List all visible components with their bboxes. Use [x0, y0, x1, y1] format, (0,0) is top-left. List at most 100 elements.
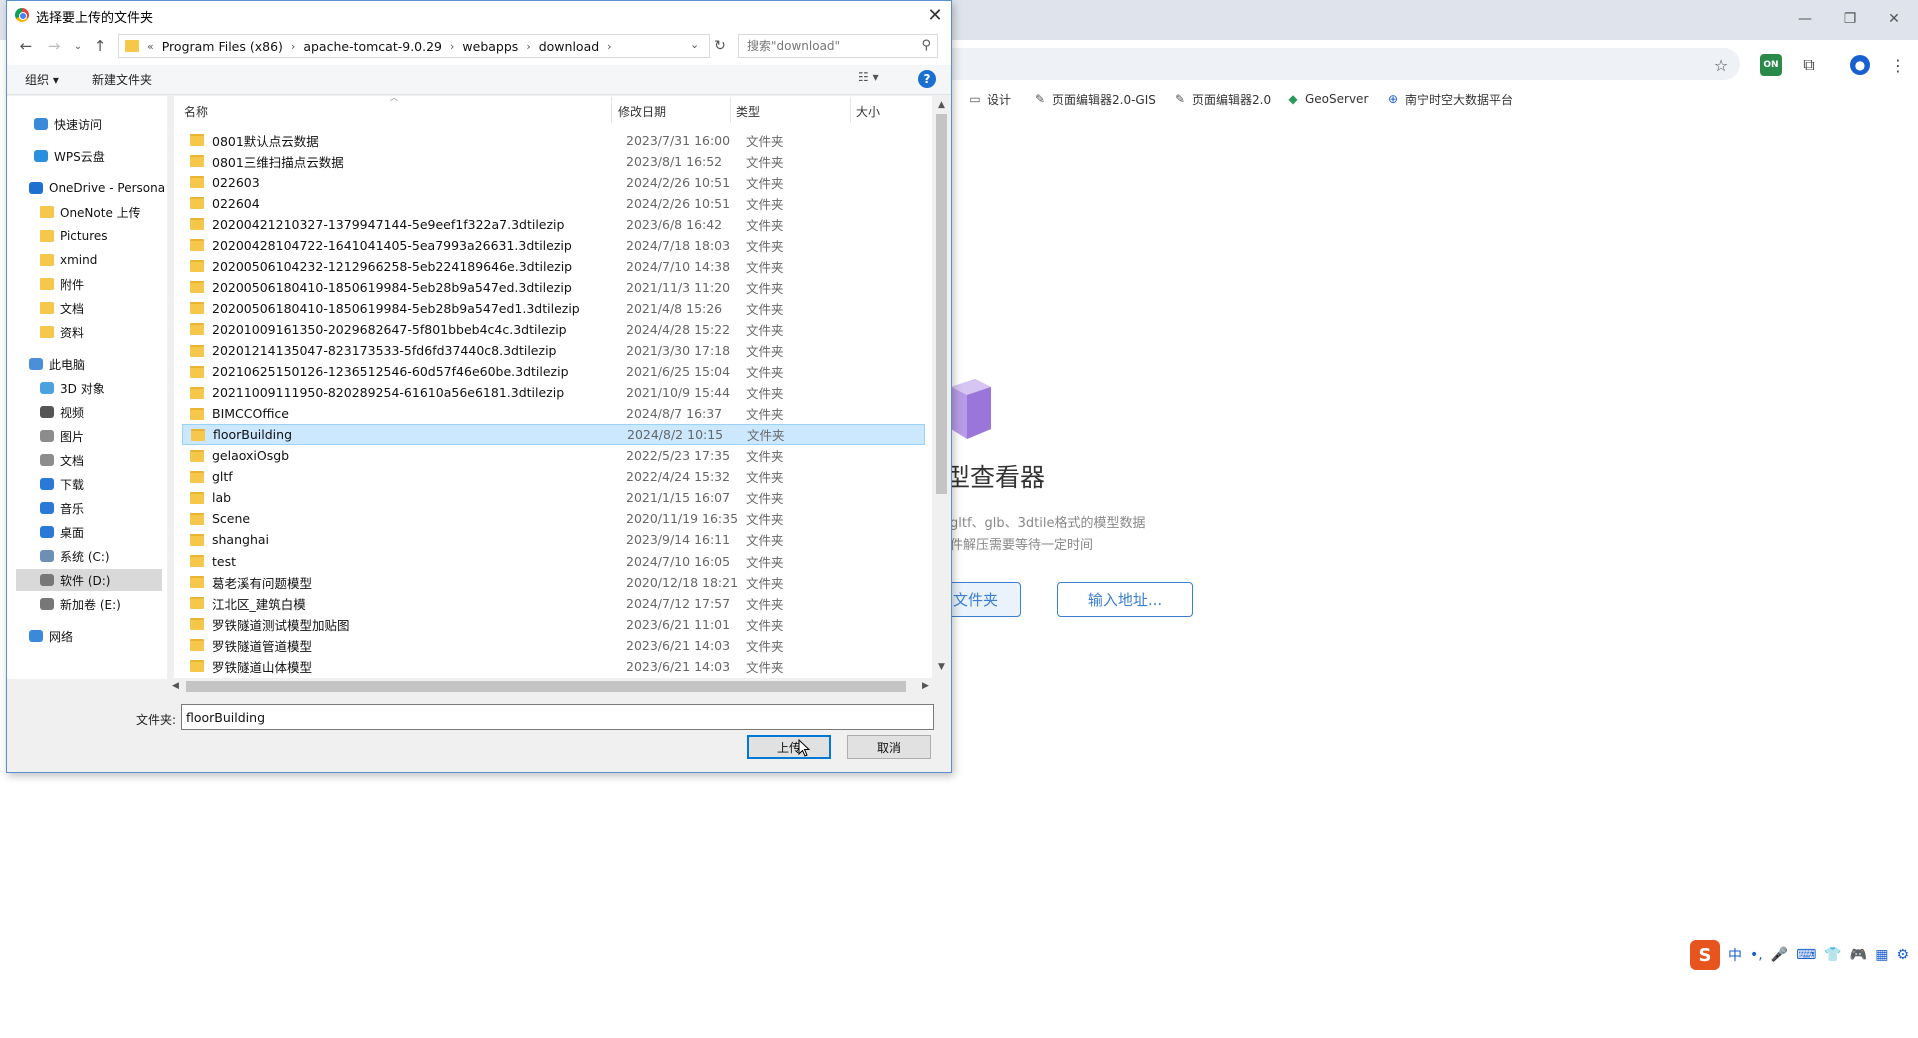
ime-apps-icon[interactable]: ▦	[1875, 947, 1888, 963]
sidebar-item[interactable]: 附件	[40, 273, 84, 295]
file-row[interactable]: gltf 2022/4/24 15:32 文件夹	[182, 466, 925, 487]
column-divider[interactable]	[730, 97, 731, 123]
address-bar[interactable]	[930, 48, 1740, 80]
file-row[interactable]: floorBuilding 2024/8/2 10:15 文件夹	[182, 424, 925, 446]
search-box[interactable]: ⚲	[738, 34, 938, 58]
file-row[interactable]: 0801三维扫描点云数据 2023/8/1 16:52 文件夹	[182, 151, 925, 172]
ime-punctuation-icon[interactable]: •,	[1750, 947, 1763, 963]
sidebar-item[interactable]: Pictures	[40, 225, 108, 247]
file-row[interactable]: gelaoxiOsgb 2022/5/23 17:35 文件夹	[182, 445, 925, 466]
column-header-size[interactable]: 大小	[856, 103, 880, 120]
file-row[interactable]: 20200421210327-1379947144-5e9eef1f322a7.…	[182, 214, 925, 235]
file-row[interactable]: BIMCCOffice 2024/8/7 16:37 文件夹	[182, 403, 925, 424]
scroll-up-arrow-icon[interactable]: ▲	[938, 100, 945, 110]
path-overflow[interactable]: «	[147, 40, 154, 53]
file-row[interactable]: 20200506104232-1212966258-5eb224189646e.…	[182, 256, 925, 277]
sidebar-item[interactable]: 音乐	[40, 497, 84, 519]
sidebar-item[interactable]: 网络	[29, 625, 73, 647]
profile-icon[interactable]: ●	[1846, 51, 1874, 79]
help-icon[interactable]: ?	[918, 70, 936, 88]
bookmark-nanning-platform[interactable]: ⊕ 南宁时空大数据平台	[1386, 88, 1513, 110]
horizontal-scroll-thumb[interactable]	[186, 681, 906, 692]
file-row[interactable]: 022603 2024/2/26 10:51 文件夹	[182, 172, 925, 193]
window-close-icon[interactable]: ✕	[1874, 6, 1914, 32]
bookmark-star-icon[interactable]: ☆	[1707, 51, 1735, 79]
extensions-puzzle-icon[interactable]: ⧉	[1795, 51, 1823, 79]
scroll-right-arrow-icon[interactable]: ▶	[922, 681, 929, 691]
bookmark-geoserver[interactable]: ◆ GeoServer	[1286, 88, 1368, 110]
file-row[interactable]: test 2024/7/10 16:05 文件夹	[182, 551, 925, 572]
search-icon[interactable]: ⚲	[921, 38, 931, 53]
new-folder-button[interactable]: 新建文件夹	[92, 71, 152, 88]
bookmark-page-editor-gis[interactable]: ✎ 页面编辑器2.0-GIS	[1033, 88, 1156, 110]
sidebar-item[interactable]: 文档	[40, 449, 84, 471]
back-arrow-icon[interactable]: ←	[16, 36, 36, 56]
sidebar-item[interactable]: 下载	[40, 473, 84, 495]
sidebar-item[interactable]: 软件 (D:)	[16, 569, 162, 591]
sidebar-item[interactable]: 图片	[40, 425, 84, 447]
column-divider[interactable]	[611, 97, 612, 123]
file-row[interactable]: 20201214135047-823173533-5fd6fd37440c8.3…	[182, 340, 925, 361]
search-input[interactable]	[747, 39, 917, 53]
bookmark-design[interactable]: ▭ 设计	[968, 88, 1011, 110]
ime-chinese-mode[interactable]: 中	[1728, 945, 1742, 965]
file-row[interactable]: 022604 2024/2/26 10:51 文件夹	[182, 193, 925, 214]
sogou-logo-icon[interactable]: S	[1690, 940, 1720, 970]
upload-button[interactable]: 上传	[747, 735, 831, 759]
breadcrumb-program-files[interactable]: Program Files (x86)	[162, 39, 283, 54]
cancel-button[interactable]: 取消	[847, 735, 931, 759]
view-options-icon[interactable]: ☷ ▾	[858, 70, 879, 84]
file-row[interactable]: 20201009161350-2029682647-5f801bbeb4c4c.…	[182, 319, 925, 340]
path-dropdown-chevron-icon[interactable]: ⌄	[690, 38, 699, 51]
sidebar-item[interactable]: 资料	[40, 321, 84, 343]
file-row[interactable]: 20210625150126-1236512546-60d57f46e60be.…	[182, 361, 925, 382]
ime-skin-icon[interactable]: 👕	[1824, 947, 1841, 963]
file-row[interactable]: 20200506180410-1850619984-5eb28b9a547ed.…	[182, 277, 925, 298]
sidebar-item[interactable]: 此电脑	[29, 353, 85, 375]
file-row[interactable]: 葛老溪有问题模型 2020/12/18 18:21 文件夹	[182, 572, 925, 593]
recent-locations-chevron-icon[interactable]: ⌄	[68, 36, 88, 56]
sidebar-item[interactable]: 系统 (C:)	[40, 545, 110, 567]
sidebar-item[interactable]: 文档	[40, 297, 84, 319]
sidebar-item[interactable]: 快速访问	[34, 113, 102, 135]
input-address-button[interactable]: 输入地址...	[1057, 582, 1193, 617]
ime-settings-icon[interactable]: ⚙	[1896, 947, 1909, 963]
bookmark-page-editor[interactable]: ✎ 页面编辑器2.0	[1173, 88, 1271, 110]
minimize-icon[interactable]: —	[1785, 6, 1825, 32]
column-divider[interactable]	[850, 97, 851, 123]
ime-voice-icon[interactable]: 🎤	[1771, 947, 1788, 963]
organize-button[interactable]: 组织 ▾	[25, 71, 59, 88]
ime-keyboard-icon[interactable]: ⌨	[1796, 947, 1816, 963]
scroll-down-arrow-icon[interactable]: ▼	[938, 662, 945, 672]
sidebar-item[interactable]: 3D 对象	[40, 377, 105, 399]
sidebar-item[interactable]: WPS云盘	[34, 145, 105, 167]
scroll-left-arrow-icon[interactable]: ◀	[172, 681, 179, 691]
sidebar-item[interactable]: 新加卷 (E:)	[40, 593, 121, 615]
sidebar-item[interactable]: xmind	[40, 249, 97, 271]
breadcrumb-download[interactable]: download	[539, 39, 599, 54]
forward-arrow-icon[interactable]: →	[44, 36, 64, 56]
sidebar-item[interactable]: 桌面	[40, 521, 84, 543]
column-header-type[interactable]: 类型	[736, 103, 760, 120]
file-row[interactable]: shanghai 2023/9/14 16:11 文件夹	[182, 529, 925, 550]
ime-game-icon[interactable]: 🎮	[1850, 947, 1867, 963]
extension-on-icon[interactable]: ON	[1757, 51, 1785, 79]
file-row[interactable]: 20211009111950-820289254-61610a56e6181.3…	[182, 382, 925, 403]
dialog-close-icon[interactable]: ✕	[920, 3, 950, 27]
folder-name-input[interactable]	[181, 704, 934, 730]
up-arrow-icon[interactable]: ↑	[90, 36, 110, 56]
browser-menu-icon[interactable]: ⋮	[1884, 51, 1912, 79]
column-header-name[interactable]: 名称	[184, 103, 208, 120]
restore-icon[interactable]: ❐	[1830, 6, 1870, 32]
sidebar-item[interactable]: OneDrive - Persona	[29, 177, 165, 199]
file-row[interactable]: 20200428104722-1641041405-5ea7993a26631.…	[182, 235, 925, 256]
file-row[interactable]: 0801默认点云数据 2023/7/31 16:00 文件夹	[182, 130, 925, 151]
breadcrumb-tomcat[interactable]: apache-tomcat-9.0.29	[303, 39, 442, 54]
file-row[interactable]: 罗铁隧道管道模型 2023/6/21 14:03 文件夹	[182, 635, 925, 656]
refresh-icon[interactable]: ↻	[708, 34, 732, 58]
vertical-scroll-thumb[interactable]	[936, 114, 947, 494]
breadcrumb-webapps[interactable]: webapps	[462, 39, 518, 54]
file-row[interactable]: 罗铁隧道山体模型 2023/6/21 14:03 文件夹	[182, 656, 925, 677]
sidebar-item[interactable]: OneNote 上传	[40, 201, 141, 223]
file-row[interactable]: 20200506180410-1850619984-5eb28b9a547ed1…	[182, 298, 925, 319]
